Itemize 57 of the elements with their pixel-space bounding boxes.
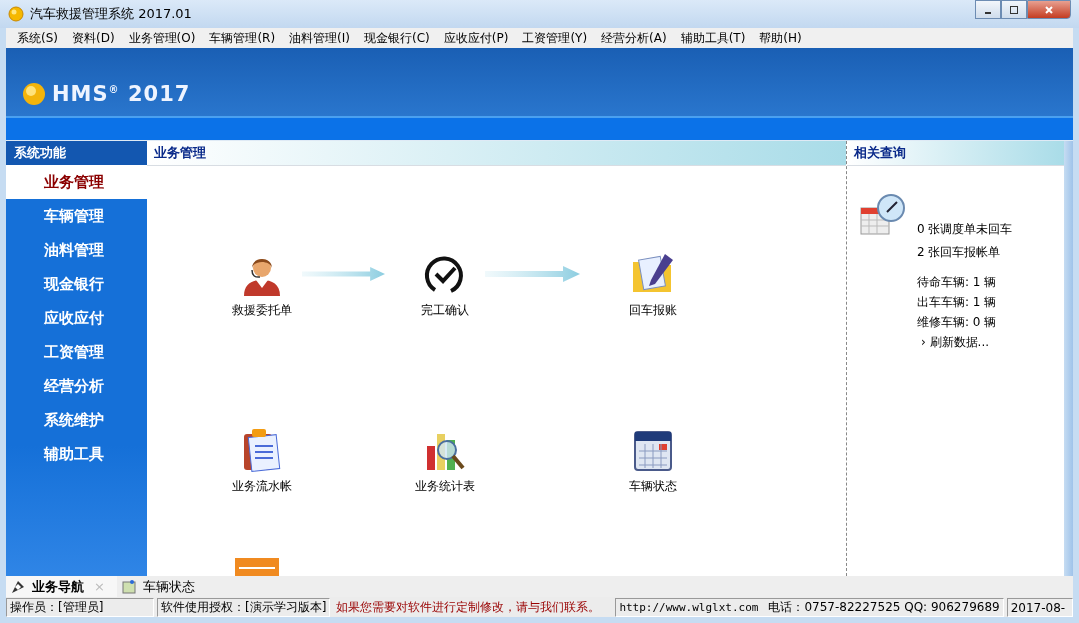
sidebar-item[interactable]: 油料管理 (6, 233, 147, 267)
menu-item[interactable]: 车辆管理(R) (202, 29, 283, 47)
sidebar-item[interactable]: 辅助工具 (6, 437, 147, 471)
function-tile[interactable]: 车辆状态 (593, 426, 713, 576)
bottom-tab[interactable]: 业务导航 × (6, 576, 117, 597)
sidebar-item[interactable]: 现金银行 (6, 267, 147, 301)
tab-label: 业务导航 (32, 577, 84, 596)
menu-item[interactable]: 业务管理(O) (121, 29, 203, 47)
maximize-icon (1009, 4, 1019, 15)
tab-label: 车辆状态 (142, 577, 195, 596)
logo-text: HMS$^{®}$ 2017 (52, 82, 191, 106)
menu-item[interactable]: 帮助(H) (752, 29, 809, 47)
function-tile[interactable]: 救援委托单 (202, 250, 322, 426)
menu-item[interactable]: 油料管理(I) (282, 29, 357, 47)
sidebar-item[interactable]: 业务管理 (6, 165, 147, 199)
function-tile[interactable]: 业务流水帐 (202, 426, 322, 576)
sidebar-item[interactable]: 工资管理 (6, 335, 147, 369)
close-icon (1044, 4, 1054, 15)
function-tile[interactable]: 回车报账 (593, 250, 713, 426)
sidebar-item[interactable]: 经营分析 (6, 369, 147, 403)
app-icon (8, 6, 24, 22)
license-text: 软件使用授权：[演示学习版本] (157, 598, 331, 617)
sidebar-item[interactable]: 系统维护 (6, 403, 147, 437)
panel-header: 相关查询 (847, 141, 1064, 166)
menu-item[interactable]: 系统(S) (10, 29, 65, 47)
function-tile[interactable]: 业务统计表 (385, 426, 505, 576)
vehicle-count-text: 出车车辆: 1 辆 (917, 294, 998, 311)
menu-item[interactable]: 现金银行(C) (357, 29, 437, 47)
refresh-link[interactable]: › 刷新数据... (917, 332, 1013, 352)
menu-item[interactable]: 辅助工具(T) (673, 29, 753, 47)
menu-item[interactable]: 工资管理(Y) (515, 29, 595, 47)
count-text: 2 张回车报帐单 (917, 244, 1002, 261)
maximize-button[interactable] (1001, 0, 1027, 19)
count-text: 0 张调度单未回车 (917, 221, 1013, 238)
logo-ball-icon (22, 82, 46, 106)
operator-text: 操作员：[管理员] (6, 598, 154, 617)
website-link[interactable]: http://www.wlglxt.com (619, 601, 759, 614)
minimize-icon (985, 11, 991, 14)
sidebar-item[interactable]: 应收应付 (6, 301, 147, 335)
menu-item[interactable]: 应收应付(P) (436, 29, 516, 47)
menu-item[interactable]: 经营分析(A) (594, 29, 674, 47)
scrollbar[interactable] (1064, 141, 1073, 576)
sidebar-header: 系统功能 (6, 141, 147, 165)
function-tile[interactable]: 完工确认 (385, 250, 505, 426)
phone-text: 电话：0757-82227525 QQ: 906279689 (768, 599, 1000, 616)
menu-item[interactable]: 资料(D) (65, 29, 122, 47)
date-text: 2017-08- (1006, 598, 1073, 617)
bottom-tab[interactable]: 车辆状态 (116, 576, 207, 597)
note-icon (120, 578, 137, 595)
sidebar-item[interactable]: 车辆管理 (6, 199, 147, 233)
close-button[interactable] (1027, 0, 1071, 19)
window-title: 汽车救援管理系统 2017.01 (30, 5, 192, 23)
notice-text: 如果您需要对软件进行定制修改，请与我们联系。 (335, 599, 602, 616)
panel-header: 业务管理 (147, 141, 846, 166)
vehicle-count-text: 待命车辆: 1 辆 (917, 274, 998, 291)
vehicle-count-text: 维修车辆: 0 辆 (917, 314, 998, 331)
minimize-button[interactable] (975, 0, 1001, 19)
